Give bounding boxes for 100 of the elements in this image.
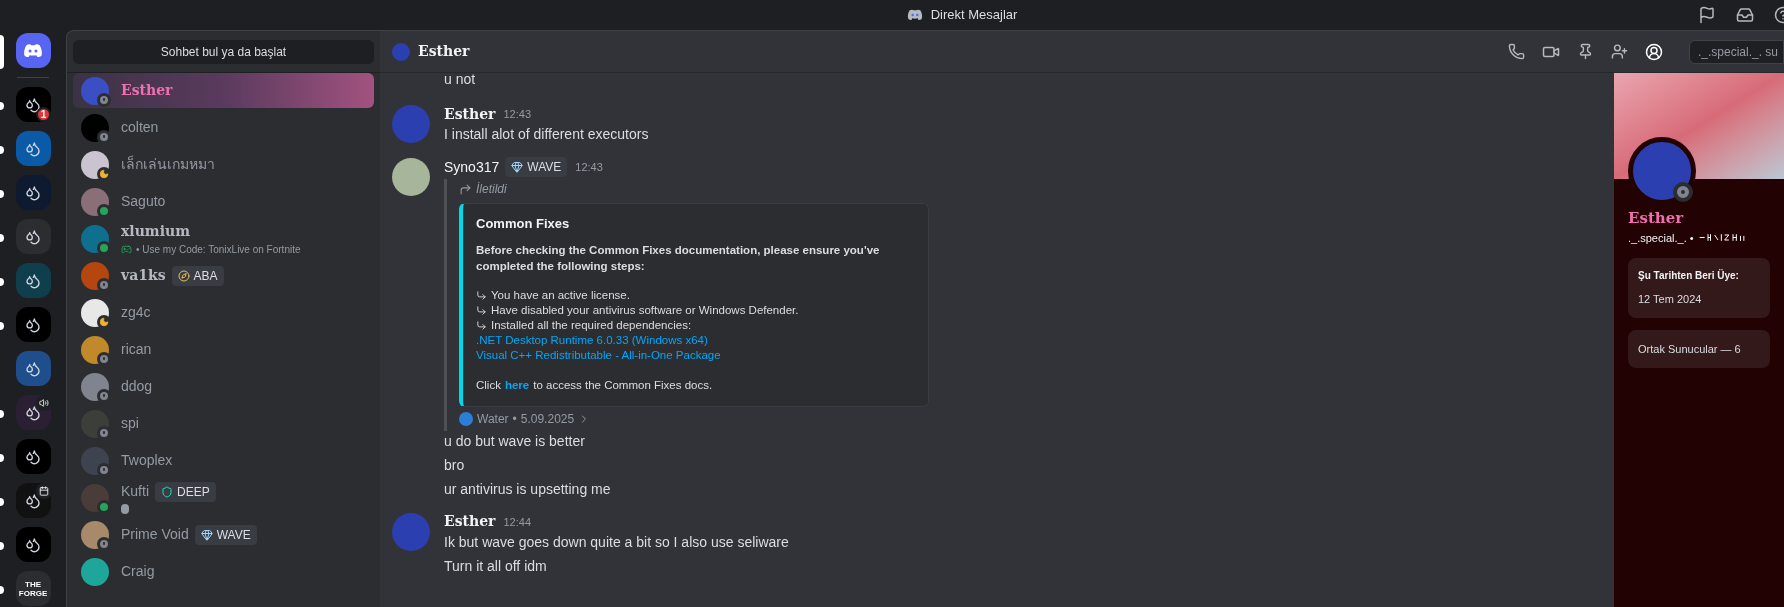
server-icon[interactable] xyxy=(15,307,51,342)
dm-name: colten xyxy=(121,118,159,137)
server-tag[interactable]: WAVE xyxy=(505,157,568,177)
app-logo-icon xyxy=(906,8,923,22)
speaker-icon xyxy=(36,395,52,411)
dependency-link[interactable]: Visual C++ Redistributable - All-in-One Package xyxy=(476,347,915,363)
timestamp: 12:43 xyxy=(503,106,531,122)
selected-pill xyxy=(0,35,4,69)
timestamp: 12:43 xyxy=(575,159,603,175)
message-text: bro xyxy=(444,455,466,475)
search-field[interactable]: ._.special._. su xyxy=(1689,39,1784,64)
compass-icon xyxy=(177,269,190,282)
dm-item[interactable]: va1ks ABA xyxy=(73,258,374,293)
dm-item[interactable]: Esther xyxy=(73,73,374,108)
server-emblem-icon xyxy=(25,492,41,509)
dm-item[interactable]: rican xyxy=(73,332,374,367)
card-label: Şu Tarihten Beri Üye: xyxy=(1638,268,1740,283)
author-name[interactable]: Syno317 xyxy=(444,156,500,178)
server-emblem-icon xyxy=(25,536,41,553)
mutual-servers-button[interactable]: Ortak Sunucular — 6 xyxy=(1628,329,1770,368)
window-title: Direkt Mesajlar xyxy=(930,6,1018,25)
home-logo-icon xyxy=(23,42,43,59)
server-emblem-icon xyxy=(25,96,41,113)
author-name[interactable]: Esther xyxy=(444,103,496,125)
message-text: u not xyxy=(444,73,476,87)
server-tag[interactable]: ABA xyxy=(171,265,224,286)
activity-text: • Use my Code: TonixLive on Fortnite xyxy=(136,242,301,257)
server-icon[interactable] xyxy=(15,175,51,210)
tag-text: DEEP xyxy=(177,483,210,501)
embed-description: Before checking the Common Fixes documentation, please ensure you've completed the following steps: xyxy=(476,242,881,274)
dependency-link[interactable]: .NET Desktop Runtime 6.0.33 (Windows x64) xyxy=(476,332,915,348)
dm-name: rican xyxy=(121,340,152,359)
dm-name: Twoplex xyxy=(121,451,173,470)
channel-title: Esther xyxy=(418,42,470,61)
pin-icon[interactable] xyxy=(1577,43,1594,60)
forward-arrow-icon xyxy=(459,182,472,196)
step-text: Have disabled your antivirus software or Windows Defender. xyxy=(491,302,799,318)
dm-item[interactable]: colten xyxy=(73,110,374,145)
server-icon[interactable] xyxy=(15,263,51,298)
dm-name: ddog xyxy=(121,377,153,396)
server-tag[interactable]: WAVE xyxy=(194,524,257,545)
server-icon[interactable] xyxy=(15,351,51,386)
dm-item[interactable]: Saguto xyxy=(73,184,374,219)
arrow-icon xyxy=(476,304,487,316)
phone-icon[interactable] xyxy=(1508,43,1525,60)
dm-name: xlumium xyxy=(121,221,190,241)
step-text: You have an active license. xyxy=(491,287,630,303)
server-emblem-icon xyxy=(25,272,41,289)
server-icon[interactable] xyxy=(15,87,51,122)
arrow-icon xyxy=(476,289,487,301)
dm-item[interactable]: Craig xyxy=(73,554,374,589)
server-icon[interactable] xyxy=(15,219,51,254)
forward-date: 5.09.2025 xyxy=(520,410,575,428)
dm-name: va1ks xyxy=(121,266,166,285)
profile-name: Esther xyxy=(1628,208,1685,229)
dm-name: Esther xyxy=(121,81,173,100)
embed-title: Common Fixes xyxy=(476,215,571,233)
shield-icon xyxy=(161,485,173,498)
dm-item[interactable]: Twoplex xyxy=(73,443,374,478)
docs-link[interactable]: here xyxy=(504,376,530,394)
source-server[interactable]: Water xyxy=(477,409,509,428)
server-icon[interactable] xyxy=(15,439,51,474)
separator-dot: • xyxy=(512,410,517,428)
dm-name: เล็กเล่นเกมหมา xyxy=(121,154,215,174)
add-friend-icon[interactable] xyxy=(1611,43,1628,60)
dm-name: Saguto xyxy=(121,192,166,211)
dm-name: spi xyxy=(121,414,139,433)
server-emblem-icon xyxy=(25,404,41,421)
server-tag[interactable]: DEEP xyxy=(155,481,216,502)
embed-text: to access the Common Fixes docs. xyxy=(533,377,713,393)
gamepad-icon xyxy=(121,243,132,255)
dm-item[interactable]: spi xyxy=(73,406,374,441)
dm-item[interactable]: Prime Void WAVE xyxy=(73,517,374,552)
search-field[interactable]: Sohbet bul ya da başlat xyxy=(73,39,374,64)
server-icon[interactable] xyxy=(15,131,51,166)
user-profile-icon[interactable] xyxy=(1645,42,1663,61)
dm-item[interactable]: zg4c xyxy=(73,295,374,330)
forwarded-label: İletildi xyxy=(476,181,507,198)
flag-icon[interactable] xyxy=(1698,6,1716,24)
message-text: Turn it all off idm xyxy=(444,556,548,576)
message-text: I install alot of different executors xyxy=(444,125,649,144)
server-logo-text: THE FORGE xyxy=(18,579,48,598)
dm-name: Prime Void xyxy=(121,525,189,544)
dm-item[interactable]: xlumium • Use my Code: TonixLive on Fortnite xyxy=(73,221,374,256)
timestamp: 12:44 xyxy=(503,514,531,530)
server-emblem-icon xyxy=(25,228,41,245)
home-button[interactable] xyxy=(15,33,51,68)
profile-handle: ._.special._. • xyxy=(1628,230,1694,246)
dm-item[interactable]: เล็กเล่นเกมหมา xyxy=(73,147,374,182)
inbox-icon[interactable] xyxy=(1736,6,1754,24)
message-text: u do but wave is better xyxy=(444,431,586,451)
tag-text: ABA xyxy=(193,267,218,285)
arrow-icon xyxy=(476,319,487,331)
dm-name: zg4c xyxy=(121,303,151,322)
author-name[interactable]: Esther xyxy=(444,511,496,533)
server-icon[interactable] xyxy=(15,527,51,562)
gem-icon xyxy=(511,161,524,173)
dm-item[interactable]: ddog xyxy=(73,369,374,404)
dm-item[interactable]: Kufti DEEP xyxy=(73,480,374,515)
server-icon[interactable]: THE FORGE xyxy=(15,571,51,606)
